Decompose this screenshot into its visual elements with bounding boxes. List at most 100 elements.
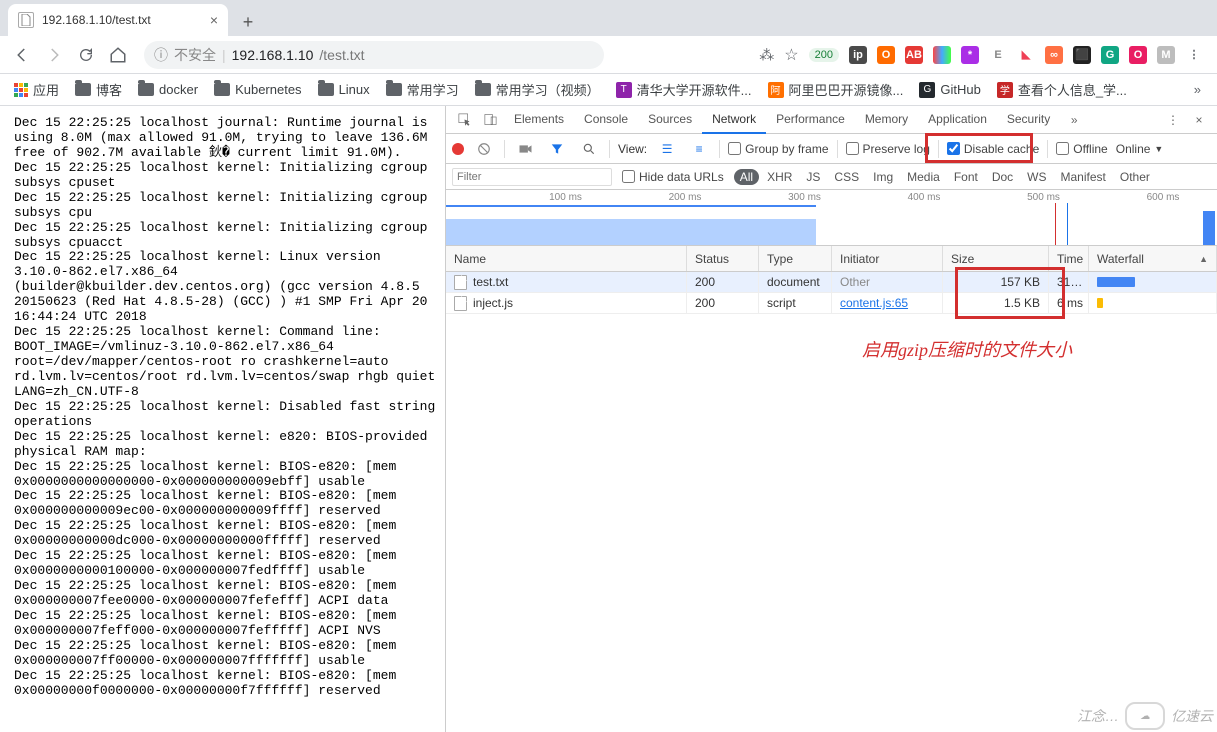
filter-type-other[interactable]: Other [1114, 169, 1156, 185]
menu-icon[interactable]: ⋮ [1185, 46, 1203, 64]
col-waterfall[interactable]: Waterfall▲ [1089, 246, 1217, 271]
home-button[interactable] [104, 41, 132, 69]
bookmark-label: 阿里巴巴开源镜像... [789, 80, 904, 99]
devtools-tab-network[interactable]: Network [702, 106, 766, 134]
devtools-tab-elements[interactable]: Elements [504, 106, 574, 134]
cell-waterfall [1089, 272, 1217, 292]
lastpass-icon[interactable]: * [961, 46, 979, 64]
devtools-tab-security[interactable]: Security [997, 106, 1060, 134]
hide-data-urls-checkbox[interactable]: Hide data URLs [622, 170, 724, 184]
rainbow-icon[interactable] [933, 46, 951, 64]
network-row[interactable]: inject.js200scriptcontent.js:651.5 KB6 m… [446, 293, 1217, 314]
reload-button[interactable] [72, 41, 100, 69]
filter-type-js[interactable]: JS [800, 169, 826, 185]
star-icon[interactable]: ☆ [784, 45, 798, 65]
evernote-icon[interactable]: E [989, 46, 1007, 64]
insecure-label: 不安全 [174, 45, 216, 65]
timeline-overview[interactable]: 100 ms200 ms300 ms400 ms500 ms600 ms [446, 190, 1217, 246]
settings-icon[interactable]: ⋮ [1161, 108, 1185, 132]
devtools-tab-console[interactable]: Console [574, 106, 638, 134]
disable-cache-checkbox[interactable]: Disable cache [947, 142, 1039, 156]
filter-type-all[interactable]: All [734, 169, 759, 185]
onenote-icon[interactable]: O [1129, 46, 1147, 64]
col-name[interactable]: Name [446, 246, 687, 271]
group-by-frame-checkbox[interactable]: Group by frame [728, 142, 828, 156]
bookmarks-overflow[interactable]: » [1186, 78, 1209, 101]
camera-icon[interactable] [513, 137, 537, 161]
cell-waterfall [1089, 293, 1217, 313]
infinity-icon[interactable]: ∞ [1045, 46, 1063, 64]
clear-button[interactable] [472, 137, 496, 161]
bookmark-item[interactable]: T清华大学开源软件... [610, 76, 758, 103]
bookmark-item[interactable]: Linux [312, 78, 376, 101]
tab-strip: 192.168.1.10/test.txt × + [0, 0, 1217, 36]
large-rows-icon[interactable]: ☰ [655, 137, 679, 161]
dark-icon[interactable]: ⬛ [1073, 46, 1091, 64]
filter-type-media[interactable]: Media [901, 169, 946, 185]
url-host: 192.168.1.10 [232, 47, 314, 63]
bookmark-item[interactable]: 常用学习 [380, 76, 465, 103]
device-mode-icon[interactable] [478, 108, 502, 132]
favicon: 阿 [768, 82, 784, 98]
bookmark-item[interactable]: docker [132, 78, 204, 101]
cell-time: 6 ms [1049, 293, 1089, 313]
adblock-icon[interactable]: AB [905, 46, 923, 64]
watermark-brand: 亿速云 [1171, 706, 1213, 726]
apps-icon [14, 83, 28, 97]
bookmark-label: Linux [339, 82, 370, 97]
filter-type-font[interactable]: Font [948, 169, 984, 185]
col-time[interactable]: Time [1049, 246, 1089, 271]
devtools-tab-sources[interactable]: Sources [638, 106, 702, 134]
translate-icon[interactable]: ⁂ [759, 46, 774, 64]
bookmark-item[interactable]: 常用学习（视频） [469, 76, 606, 103]
throttling-select[interactable]: Online▼ [1116, 142, 1164, 156]
more-tabs-icon[interactable]: » [1062, 108, 1086, 132]
search-icon[interactable] [577, 137, 601, 161]
record-button[interactable] [452, 143, 464, 155]
devtools-tab-memory[interactable]: Memory [855, 106, 918, 134]
close-tab-button[interactable]: × [210, 12, 218, 28]
filter-type-img[interactable]: Img [867, 169, 899, 185]
inspect-element-icon[interactable] [452, 108, 476, 132]
ip-icon[interactable]: ip [849, 46, 867, 64]
gray-icon[interactable]: M [1157, 46, 1175, 64]
filter-type-doc[interactable]: Doc [986, 169, 1019, 185]
filter-type-xhr[interactable]: XHR [761, 169, 798, 185]
devtools-tab-performance[interactable]: Performance [766, 106, 855, 134]
devtools-tab-application[interactable]: Application [918, 106, 997, 134]
back-button[interactable] [8, 41, 36, 69]
timeline-tick: 200 ms [669, 192, 702, 203]
apps-button[interactable]: 应用 [8, 76, 65, 103]
browser-tab[interactable]: 192.168.1.10/test.txt × [8, 4, 228, 36]
folder-icon [386, 83, 402, 96]
pocket-icon[interactable]: ◣ [1017, 46, 1035, 64]
site-info-icon[interactable]: ⓘ [154, 45, 168, 65]
col-size[interactable]: Size [943, 246, 1049, 271]
address-bar[interactable]: ⓘ 不安全 | 192.168.1.10/test.txt [144, 41, 604, 69]
filter-type-manifest[interactable]: Manifest [1055, 169, 1112, 185]
bookmark-item[interactable]: 博客 [69, 76, 128, 103]
filter-type-ws[interactable]: WS [1021, 169, 1052, 185]
filter-type-css[interactable]: CSS [828, 169, 865, 185]
col-status[interactable]: Status [687, 246, 759, 271]
grammarly-icon[interactable]: G [1101, 46, 1119, 64]
filter-input[interactable] [452, 168, 612, 186]
forward-button[interactable] [40, 41, 68, 69]
close-devtools-button[interactable]: × [1187, 108, 1211, 132]
bookmark-item[interactable]: Kubernetes [208, 78, 308, 101]
bookmark-item[interactable]: GGitHub [913, 78, 986, 102]
address-toolbar: ⓘ 不安全 | 192.168.1.10/test.txt ⁂ ☆ 200 ip… [0, 36, 1217, 74]
opera-icon[interactable]: O [877, 46, 895, 64]
col-initiator[interactable]: Initiator [832, 246, 943, 271]
bookmark-item[interactable]: 学查看个人信息_学... [991, 76, 1133, 103]
col-type[interactable]: Type [759, 246, 832, 271]
cell-initiator[interactable]: content.js:65 [832, 293, 943, 313]
new-tab-button[interactable]: + [234, 8, 262, 36]
filter-icon[interactable] [545, 137, 569, 161]
overview-icon[interactable]: ≡ [687, 137, 711, 161]
preserve-log-checkbox[interactable]: Preserve log [846, 142, 930, 156]
network-row[interactable]: test.txt200documentOther157 KB31… [446, 272, 1217, 293]
bookmark-item[interactable]: 阿阿里巴巴开源镜像... [762, 76, 910, 103]
page-content: Dec 15 22:25:25 localhost journal: Runti… [0, 106, 445, 732]
offline-checkbox[interactable]: Offline [1056, 142, 1107, 156]
